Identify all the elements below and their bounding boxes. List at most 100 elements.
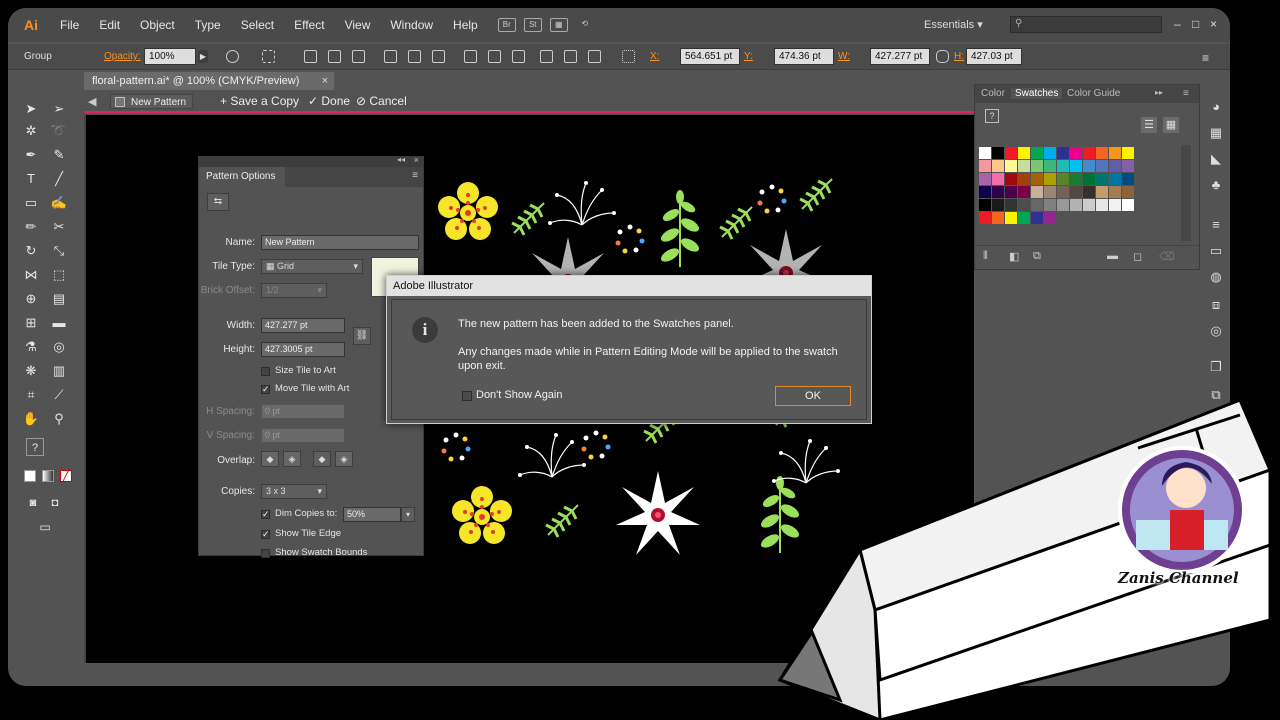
overlap-left-icon[interactable]: ◆ (261, 451, 279, 467)
w-field[interactable]: 427.277 pt (870, 48, 930, 65)
brick-offset-select[interactable]: 1/2 ▾ (261, 283, 327, 298)
swatch-row2-7[interactable] (1070, 160, 1082, 172)
gradient-swatch-icon[interactable] (42, 470, 54, 482)
swatch-row3-11[interactable] (1122, 173, 1134, 185)
swatch-row1-10[interactable] (1109, 147, 1121, 159)
pen-tool-icon[interactable]: ✒ (22, 146, 40, 164)
swatch-row5-4[interactable] (1031, 199, 1043, 211)
align-center-icon[interactable] (328, 50, 341, 63)
lasso-tool-icon[interactable]: ➰ (50, 122, 68, 140)
list-view-icon[interactable]: ☰ (1141, 117, 1157, 133)
name-field[interactable]: New Pattern (261, 235, 419, 250)
tab-swatches[interactable]: Swatches (1011, 88, 1063, 99)
symbol-sprayer-tool-icon[interactable]: ❋ (22, 362, 40, 380)
swatch-row2-4[interactable] (1031, 160, 1043, 172)
swatch-row2-2[interactable] (1005, 160, 1017, 172)
gradient-panel-icon[interactable]: ▭ (1207, 242, 1225, 260)
swatch-row5-1[interactable] (992, 199, 1004, 211)
swatch-row4-9[interactable] (1096, 186, 1108, 198)
tab-color-guide[interactable]: Color Guide (1067, 88, 1120, 99)
dim-copies-dropdown-icon[interactable]: ▾ (401, 507, 415, 522)
curvature-tool-icon[interactable]: ✎ (50, 146, 68, 164)
size-tile-to-art-checkbox[interactable] (261, 367, 270, 376)
link-dimensions-icon[interactable]: ⛓ (353, 327, 371, 345)
swatch-row5-0[interactable] (979, 199, 991, 211)
swatch-row5-10[interactable] (1109, 199, 1121, 211)
h-spacing-field[interactable]: 0 pt (261, 404, 345, 419)
blend-tool-icon[interactable]: ◎ (50, 338, 68, 356)
swatch-row5-5[interactable] (1044, 199, 1056, 211)
search-field[interactable]: ⚲ (1010, 16, 1162, 33)
type-tool-icon[interactable]: T (22, 170, 40, 188)
constrain-proportions-icon[interactable] (936, 50, 949, 63)
swatch-row1-3[interactable] (1018, 147, 1030, 159)
menu-help[interactable]: Help (453, 18, 478, 32)
swatch-row6-0[interactable] (979, 212, 991, 224)
show-tile-edge-checkbox[interactable]: ✓ (261, 530, 270, 539)
workspace-switcher[interactable]: Essentials ▾ (924, 18, 983, 31)
opacity-arrow-icon[interactable]: ▶ (198, 50, 208, 63)
cancel-button[interactable]: ⊘ Cancel (356, 94, 407, 108)
stroke-panel-icon[interactable]: ≡ (1207, 216, 1225, 234)
rectangle-tool-icon[interactable]: ▭ (22, 194, 40, 212)
tile-type-select[interactable]: ▦ Grid ▾ (261, 259, 363, 274)
swatch-row6-5[interactable] (1044, 212, 1056, 224)
thumbnail-view-icon[interactable]: ▦ (1163, 117, 1179, 133)
appearance-panel-icon[interactable]: ⧈ (1207, 296, 1225, 314)
swatch-row5-2[interactable] (1005, 199, 1017, 211)
swatch-row1-2[interactable] (1005, 147, 1017, 159)
swatch-row6-4[interactable] (1031, 212, 1043, 224)
swatch-row4-3[interactable] (1018, 186, 1030, 198)
symbols-panel-icon[interactable]: ♣ (1207, 176, 1225, 194)
swatch-row5-3[interactable] (1018, 199, 1030, 211)
back-arrow-icon[interactable]: ◀ (88, 95, 102, 108)
swatch-row3-1[interactable] (992, 173, 1004, 185)
swatch-row3-2[interactable] (1005, 173, 1017, 185)
swatch-row4-4[interactable] (1031, 186, 1043, 198)
swatch-row1-4[interactable] (1031, 147, 1043, 159)
overlap-bottom-icon[interactable]: ◈ (335, 451, 353, 467)
copies-select[interactable]: 3 x 3 ▾ (261, 484, 327, 499)
delete-swatch-icon[interactable]: ⌫ (1159, 250, 1175, 263)
swatches-panel-icon[interactable]: ▦ (1207, 124, 1225, 142)
menu-type[interactable]: Type (195, 18, 221, 32)
swatch-row2-8[interactable] (1083, 160, 1095, 172)
swatch-row3-7[interactable] (1070, 173, 1082, 185)
document-tab[interactable]: floral-pattern.ai* @ 100% (CMYK/Preview)… (84, 72, 334, 90)
perspective-grid-tool-icon[interactable]: ▤ (50, 290, 68, 308)
align-right-icon[interactable] (352, 50, 365, 63)
opacity-field[interactable]: 100% (144, 48, 196, 65)
tab-color[interactable]: Color (981, 88, 1005, 99)
recolor-icon[interactable] (226, 50, 239, 63)
swatch-row2-3[interactable] (1018, 160, 1030, 172)
pencil-tool-icon[interactable]: ✏ (22, 218, 40, 236)
screen-mode-icon[interactable]: ▭ (36, 518, 54, 536)
swatch-row1-1[interactable] (992, 147, 1004, 159)
swatch-row4-6[interactable] (1057, 186, 1069, 198)
shape-builder-tool-icon[interactable]: ⊕ (22, 290, 40, 308)
swatch-row5-7[interactable] (1070, 199, 1082, 211)
swatch-row2-0[interactable] (979, 160, 991, 172)
swatch-row3-4[interactable] (1031, 173, 1043, 185)
h-field[interactable]: 427.03 pt (966, 48, 1022, 65)
swatch-row6-1[interactable] (992, 212, 1004, 224)
line-tool-icon[interactable]: ╱ (50, 170, 68, 188)
save-a-copy-button[interactable]: + Save a Copy (220, 94, 299, 108)
distribute-left-icon[interactable] (540, 50, 553, 63)
swatch-row4-2[interactable] (1005, 186, 1017, 198)
y-field[interactable]: 474.36 pt (774, 48, 834, 65)
swatch-row3-0[interactable] (979, 173, 991, 185)
width-field[interactable]: 427.277 pt (261, 318, 345, 333)
show-swatch-kinds-icon[interactable]: ◧ (1009, 250, 1019, 263)
scale-tool-icon[interactable]: ⤡ (50, 242, 68, 260)
new-color-group-icon[interactable]: ▬ (1107, 250, 1118, 262)
swatch-row3-10[interactable] (1109, 173, 1121, 185)
swatch-row1-7[interactable] (1070, 147, 1082, 159)
dont-show-again-checkbox[interactable] (462, 391, 472, 401)
none-swatch-icon[interactable]: ╱ (60, 470, 72, 482)
panel-menu-icon[interactable]: ≡ (1183, 88, 1189, 99)
bridge-button[interactable]: Br (497, 18, 516, 32)
close-window-button[interactable]: × (1210, 17, 1217, 31)
direct-selection-tool-icon[interactable]: ➢ (50, 100, 68, 118)
move-tile-with-art-checkbox[interactable]: ✓ (261, 385, 270, 394)
